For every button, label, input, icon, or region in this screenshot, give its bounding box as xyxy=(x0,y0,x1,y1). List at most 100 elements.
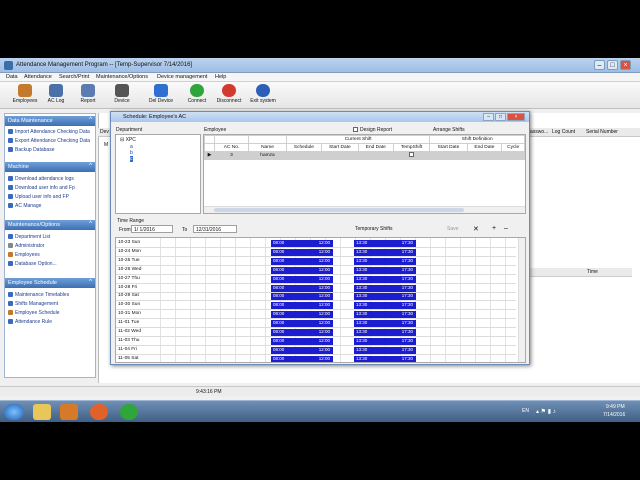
sidebar-item-department-list[interactable]: Department List xyxy=(8,234,50,240)
minus-icon[interactable]: – xyxy=(504,225,508,232)
menu-data[interactable]: Data xyxy=(6,74,18,80)
tray-icons[interactable]: ▴ ⚑ ▮ ♪ xyxy=(536,408,556,415)
exit-system-button[interactable]: Exit system xyxy=(249,84,277,104)
report-button[interactable]: Report xyxy=(76,84,100,104)
dialog-restore-button[interactable]: □ xyxy=(495,113,506,121)
firefox-icon[interactable] xyxy=(90,404,108,420)
disconnect-button[interactable]: Disconnect xyxy=(214,84,244,104)
menu-device-management[interactable]: Device management xyxy=(157,74,207,80)
shift-block[interactable]: 13:30 17:30 xyxy=(354,275,416,283)
app-taskbar-icon[interactable] xyxy=(120,404,138,420)
sidebar-item-timetables[interactable]: Maintenance Timetables xyxy=(8,292,69,298)
shift-block[interactable]: 08:00 12:00 xyxy=(271,311,333,319)
shift-block[interactable]: 13:30 17:30 xyxy=(354,257,416,265)
schedule-row[interactable]: 10-24 Mon 08:00 12:00 13:30 17:30 xyxy=(116,248,516,257)
shift-block[interactable]: 13:30 17:30 xyxy=(354,240,416,247)
ac-log-button[interactable]: AC Log xyxy=(44,84,68,104)
col-start-date[interactable]: Start Date xyxy=(320,143,359,152)
schedule-row[interactable]: 11-01 Tue 08:00 12:00 13:30 17:30 xyxy=(116,319,516,329)
save-button[interactable]: Save xyxy=(447,226,458,232)
shift-block[interactable]: 08:00 12:00 xyxy=(271,329,333,336)
col-def-start-date[interactable]: Start Date xyxy=(429,143,468,152)
connect-button[interactable]: Connect xyxy=(184,84,210,104)
sidebar-item-employee-schedule[interactable]: Employee Schedule xyxy=(8,310,59,316)
shift-block[interactable]: 08:00 12:00 xyxy=(271,248,333,256)
menu-maintenance-options[interactable]: Maintenance/Options xyxy=(96,74,148,80)
shift-block[interactable]: 08:00 12:00 xyxy=(271,284,333,292)
maximize-button[interactable]: □ xyxy=(607,60,618,70)
shift-block[interactable]: 13:30 17:30 xyxy=(354,329,416,336)
shift-block[interactable]: 13:30 17:30 xyxy=(354,302,416,310)
shift-block[interactable]: 13:30 17:30 xyxy=(354,355,416,362)
from-date-field[interactable]: 1/ 1/2016 xyxy=(131,225,173,233)
schedule-row[interactable]: 10-27 Thu 08:00 12:00 13:30 17:30 xyxy=(116,275,516,284)
horizontal-scrollbar[interactable] xyxy=(204,206,525,213)
sidebar-item-backup[interactable]: Backup Database xyxy=(8,147,54,153)
schedule-row[interactable]: 10-31 Mon 08:00 12:00 13:30 17:30 xyxy=(116,310,516,320)
sidebar-item-database-option[interactable]: Database Option... xyxy=(8,261,57,267)
col-ac-no[interactable]: AC No. xyxy=(214,143,249,152)
shift-block[interactable]: 08:00 12:00 xyxy=(271,320,333,328)
sidebar-item-download-logs[interactable]: Download attendance logs xyxy=(8,176,74,182)
schedule-row[interactable]: 11-03 Thu 08:00 12:00 13:30 17:30 xyxy=(116,337,516,346)
clock-date[interactable]: 7/14/2016 xyxy=(603,412,625,418)
shift-block[interactable]: 13:30 17:30 xyxy=(354,311,416,319)
col-def-end-date[interactable]: End Date xyxy=(466,143,503,152)
shift-block[interactable]: 08:00 12:00 xyxy=(271,257,333,265)
del-device-button[interactable]: Del Device xyxy=(146,84,176,104)
dialog-minimize-button[interactable]: – xyxy=(483,113,494,121)
shift-block[interactable]: 13:30 17:30 xyxy=(354,248,416,256)
shift-block[interactable]: 08:00 12:00 xyxy=(271,337,333,345)
employee-row[interactable]: ▶ 3 hamza xyxy=(204,151,525,160)
shift-block[interactable]: 08:00 12:00 xyxy=(271,355,333,362)
shift-block[interactable]: 08:00 12:00 xyxy=(271,240,333,247)
scrollbar-thumb[interactable] xyxy=(214,208,464,212)
menu-search-print[interactable]: Search/Print xyxy=(59,74,89,80)
delete-icon[interactable]: ✕ xyxy=(473,225,479,233)
sidebar-item-administrator[interactable]: Administrator xyxy=(8,243,44,249)
plus-icon[interactable]: + xyxy=(492,225,496,232)
device-button[interactable]: Device xyxy=(110,84,134,104)
tempshift-checkbox[interactable] xyxy=(409,152,415,157)
sidebar-item-attendance-rule[interactable]: Attendance Rule xyxy=(8,319,52,325)
dialog-close-button[interactable]: × xyxy=(507,113,525,121)
start-button[interactable] xyxy=(4,404,24,420)
shift-block[interactable]: 08:00 12:00 xyxy=(271,293,333,301)
sidebar-item-import[interactable]: Import Attendance Checking Data xyxy=(8,129,90,135)
shift-block[interactable]: 08:00 12:00 xyxy=(271,346,333,354)
sidebar-item-shifts[interactable]: Shifts Management xyxy=(8,301,58,307)
close-button[interactable]: × xyxy=(620,60,631,70)
employees-button[interactable]: Employees xyxy=(10,84,40,104)
menu-attendance[interactable]: Attendance xyxy=(24,74,52,80)
schedule-row[interactable]: 10-28 Fri 08:00 12:00 13:30 17:30 xyxy=(116,284,516,293)
col-end-date[interactable]: End Date xyxy=(357,143,394,152)
shift-block[interactable]: 13:30 17:30 xyxy=(354,284,416,292)
language-indicator[interactable]: EN xyxy=(522,408,529,414)
sidebar-item-employees[interactable]: Employees xyxy=(8,252,40,258)
design-report-checkbox[interactable] xyxy=(353,127,358,132)
col-cycle[interactable]: Cycle xyxy=(501,143,525,152)
shift-block[interactable]: 13:30 17:30 xyxy=(354,346,416,354)
sidebar-item-ac-manage[interactable]: AC Manage xyxy=(8,203,41,209)
schedule-row[interactable]: 10-25 Tue 08:00 12:00 13:30 17:30 xyxy=(116,257,516,266)
schedule-row[interactable]: 10-30 Sun 08:00 12:00 13:30 17:30 xyxy=(116,301,516,311)
minimize-button[interactable]: – xyxy=(594,60,605,70)
schedule-row[interactable]: 10-26 Wed 08:00 12:00 13:30 17:30 xyxy=(116,266,516,275)
col-name[interactable]: Name xyxy=(248,143,287,152)
sidebar-item-export[interactable]: Export Attendance Checking Data xyxy=(8,138,90,144)
col-tempshift[interactable]: TempShift xyxy=(392,143,431,152)
to-date-field[interactable]: 12/31/2016 xyxy=(193,225,237,233)
arrange-shifts-button[interactable]: Arrange Shifts xyxy=(433,127,465,133)
shift-block[interactable]: 08:00 12:00 xyxy=(271,266,333,274)
shift-block[interactable]: 13:30 17:30 xyxy=(354,293,416,301)
shift-block[interactable]: 13:30 17:30 xyxy=(354,337,416,345)
schedule-row[interactable]: 10-29 Sat 08:00 12:00 13:30 17:30 xyxy=(116,292,516,302)
section-maintenance-options[interactable]: Maintenance/Options ^ xyxy=(5,220,95,230)
sidebar-item-download-user[interactable]: Download user info and Fp xyxy=(8,185,75,191)
section-employee-schedule[interactable]: Employee Schedule ^ xyxy=(5,278,95,288)
vertical-scrollbar[interactable] xyxy=(518,238,525,362)
shift-block[interactable]: 08:00 12:00 xyxy=(271,302,333,310)
schedule-row[interactable]: 11-02 Wed 08:00 12:00 13:30 17:30 xyxy=(116,328,516,337)
section-data-maintenance[interactable]: Data Maintenance ^ xyxy=(5,116,95,126)
tree-node-c[interactable]: c xyxy=(130,156,133,162)
